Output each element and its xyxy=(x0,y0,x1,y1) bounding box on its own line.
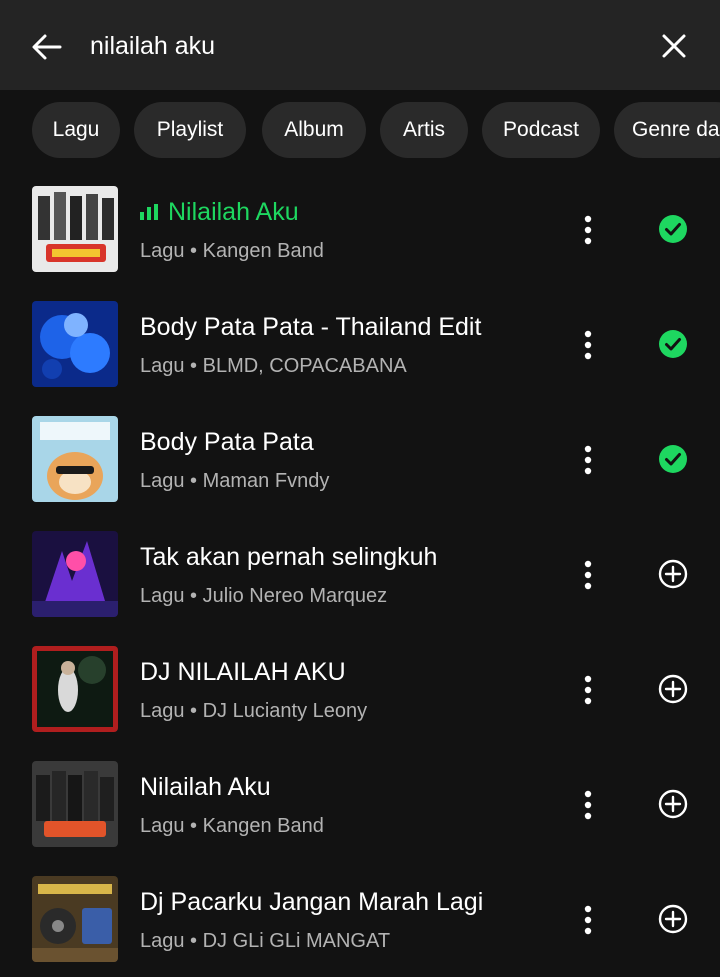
add-to-library-button[interactable] xyxy=(652,898,694,940)
track-row[interactable]: Nilailah Aku Lagu • Kangen Band xyxy=(0,172,720,287)
more-vertical-icon xyxy=(584,675,592,705)
album-art xyxy=(32,876,118,962)
back-button[interactable] xyxy=(26,26,68,68)
chip-podcasts[interactable]: Podcast xyxy=(482,102,600,158)
added-button[interactable] xyxy=(652,208,694,250)
chip-songs[interactable]: Lagu xyxy=(32,102,120,158)
check-circle-icon xyxy=(659,445,687,473)
track-subtitle: Lagu • DJ GLi GLi MANGAT xyxy=(140,930,391,952)
plus-circle-icon xyxy=(658,904,688,934)
filter-chips: Lagu Playlist Album Artis Podcast Genre … xyxy=(0,100,720,162)
track-title: Body Pata Pata xyxy=(140,428,314,456)
more-options-button[interactable] xyxy=(572,325,604,365)
track-row[interactable]: Tak akan pernah selingkuh Lagu • Julio N… xyxy=(0,517,720,632)
more-options-button[interactable] xyxy=(572,785,604,825)
check-circle-icon xyxy=(659,330,687,358)
more-options-button[interactable] xyxy=(572,670,604,710)
plus-circle-icon xyxy=(658,559,688,589)
plus-circle-icon xyxy=(658,789,688,819)
chip-genres[interactable]: Genre dan Mood xyxy=(614,102,720,158)
add-to-library-button[interactable] xyxy=(652,553,694,595)
more-vertical-icon xyxy=(584,905,592,935)
add-to-library-button[interactable] xyxy=(652,668,694,710)
check-circle-icon xyxy=(659,215,687,243)
track-row[interactable]: Nilailah Aku Lagu • Kangen Band xyxy=(0,747,720,862)
added-button[interactable] xyxy=(652,323,694,365)
more-vertical-icon xyxy=(584,445,592,475)
chip-albums[interactable]: Album xyxy=(262,102,366,158)
track-subtitle: Lagu • Maman Fvndy xyxy=(140,470,330,492)
track-row[interactable]: DJ NILAILAH AKU Lagu • DJ Lucianty Leony xyxy=(0,632,720,747)
track-title: Nilailah Aku xyxy=(140,198,560,227)
track-subtitle: Lagu • DJ Lucianty Leony xyxy=(140,700,368,722)
track-title: Nilailah Aku xyxy=(140,773,271,801)
chip-playlists[interactable]: Playlist xyxy=(134,102,246,158)
more-vertical-icon xyxy=(584,215,592,245)
search-input[interactable] xyxy=(90,26,630,66)
album-art xyxy=(32,761,118,847)
chip-artists[interactable]: Artis xyxy=(380,102,468,158)
plus-circle-icon xyxy=(658,674,688,704)
more-vertical-icon xyxy=(584,790,592,820)
track-subtitle: Lagu • Kangen Band xyxy=(140,240,324,262)
track-row[interactable]: Body Pata Pata Lagu • Maman Fvndy xyxy=(0,402,720,517)
more-options-button[interactable] xyxy=(572,210,604,250)
more-options-button[interactable] xyxy=(572,900,604,940)
now-playing-icon xyxy=(140,204,158,220)
album-art xyxy=(32,646,118,732)
track-title: Tak akan pernah selingkuh xyxy=(140,543,438,571)
search-header xyxy=(0,0,720,90)
close-icon xyxy=(662,34,686,58)
track-title: Body Pata Pata - Thailand Edit xyxy=(140,313,482,341)
added-button[interactable] xyxy=(652,438,694,480)
track-subtitle: Lagu • Julio Nereo Marquez xyxy=(140,585,388,607)
more-vertical-icon xyxy=(584,330,592,360)
arrow-left-icon xyxy=(32,34,62,60)
track-title: DJ NILAILAH AKU xyxy=(140,658,346,686)
add-to-library-button[interactable] xyxy=(652,783,694,825)
more-options-button[interactable] xyxy=(572,440,604,480)
track-subtitle: Lagu • Kangen Band xyxy=(140,815,324,837)
more-vertical-icon xyxy=(584,560,592,590)
track-title-text: Nilailah Aku xyxy=(168,198,299,226)
album-art xyxy=(32,301,118,387)
track-subtitle: Lagu • BLMD, COPACABANA xyxy=(140,355,407,377)
album-art xyxy=(32,531,118,617)
album-art xyxy=(32,186,118,272)
album-art xyxy=(32,416,118,502)
track-row[interactable]: Body Pata Pata - Thailand Edit Lagu • BL… xyxy=(0,287,720,402)
track-title: Dj Pacarku Jangan Marah Lagi xyxy=(140,888,484,916)
more-options-button[interactable] xyxy=(572,555,604,595)
clear-search-button[interactable] xyxy=(654,26,694,66)
